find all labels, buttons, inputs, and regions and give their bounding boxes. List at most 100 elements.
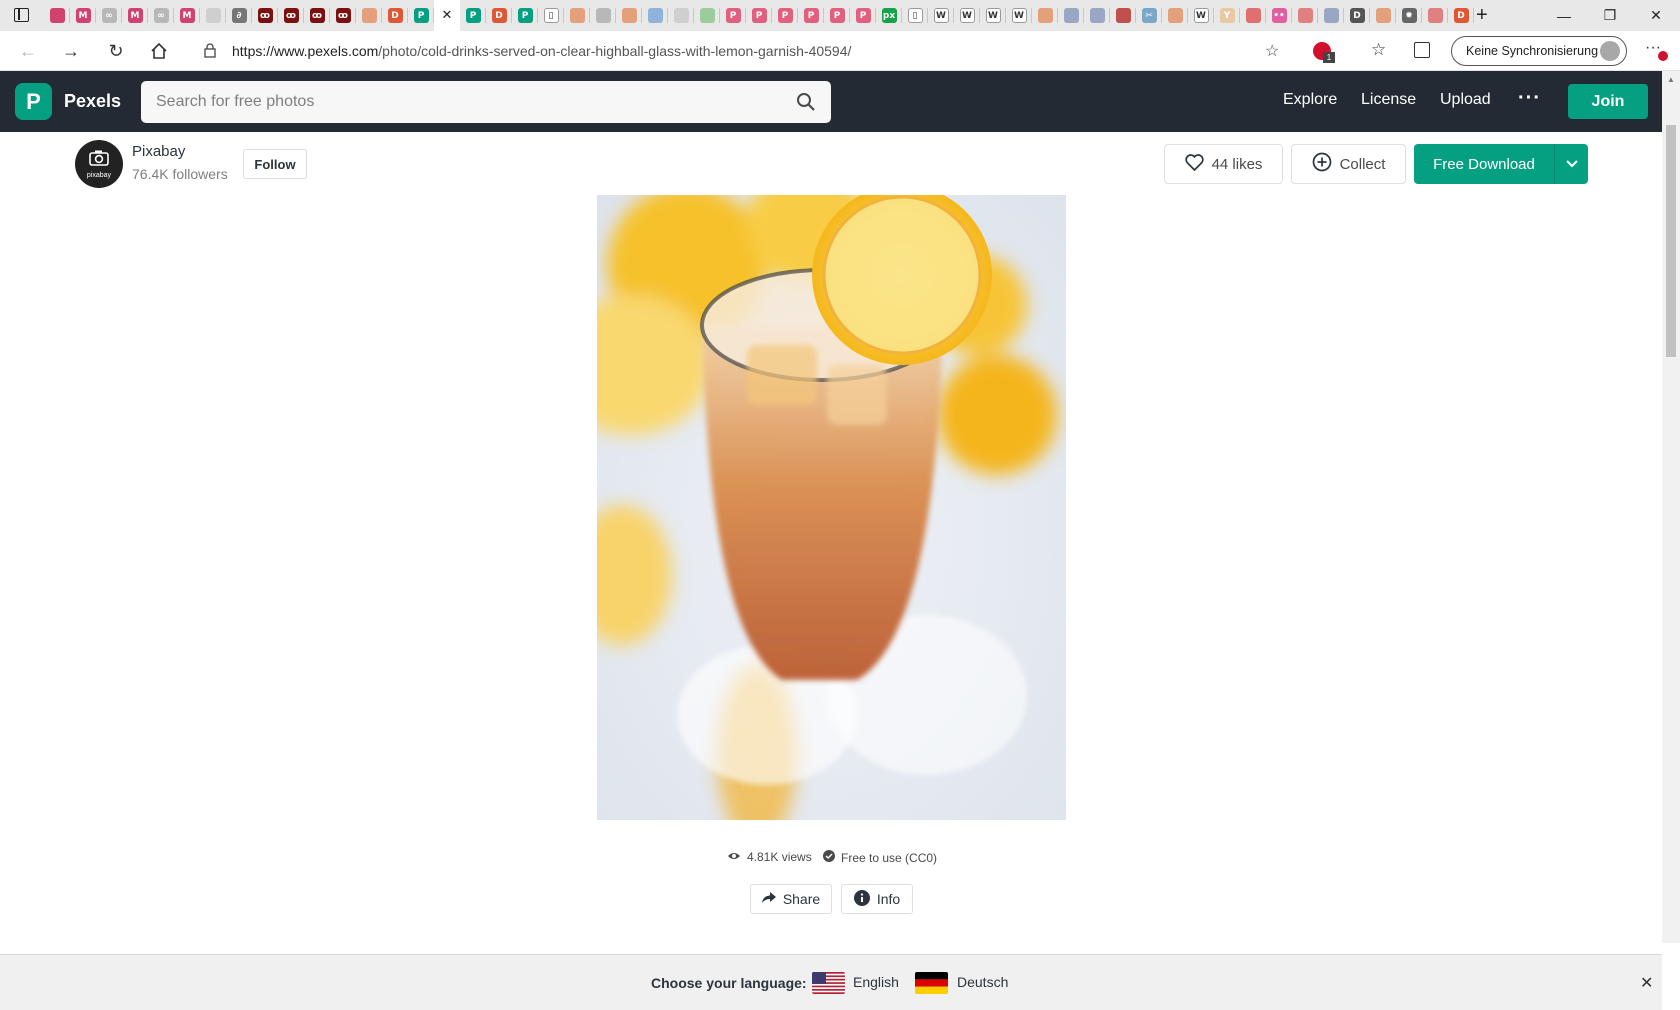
join-button[interactable]: Join xyxy=(1568,84,1648,119)
browser-tab[interactable] xyxy=(564,0,590,31)
sync-button[interactable]: Keine Synchronisierung xyxy=(1451,36,1627,66)
collections-icon[interactable] xyxy=(1414,42,1430,58)
nav-explore[interactable]: Explore xyxy=(1283,91,1337,109)
browser-tab[interactable] xyxy=(694,0,720,31)
browser-tab[interactable]: P xyxy=(850,0,876,31)
like-button[interactable]: 44 likes xyxy=(1164,144,1283,184)
browser-tab[interactable]: P xyxy=(746,0,772,31)
browser-tab[interactable]: ✕ xyxy=(434,0,460,31)
browser-tab[interactable] xyxy=(668,0,694,31)
more-menu-icon[interactable]: ··· xyxy=(1518,87,1541,110)
browser-tab[interactable] xyxy=(1292,0,1318,31)
browser-tab[interactable]: P xyxy=(798,0,824,31)
browser-tab[interactable]: D xyxy=(1448,0,1474,31)
browser-tab[interactable]: ∞ xyxy=(96,0,122,31)
collect-button[interactable]: Collect xyxy=(1291,144,1406,184)
browser-tab[interactable] xyxy=(1084,0,1110,31)
browser-tab[interactable]: ∞ xyxy=(148,0,174,31)
browser-tab[interactable]: W xyxy=(928,0,954,31)
new-tab-button[interactable]: + xyxy=(1476,4,1488,27)
browser-tab[interactable]: ꝏ xyxy=(304,0,330,31)
browser-tab[interactable]: ꝏ xyxy=(330,0,356,31)
author-avatar[interactable]: pixabay xyxy=(75,140,123,188)
browser-tab[interactable] xyxy=(1240,0,1266,31)
us-flag-icon[interactable] xyxy=(812,972,845,994)
browser-tab[interactable] xyxy=(642,0,668,31)
browser-tab[interactable]: ∂ xyxy=(226,0,252,31)
browser-tab[interactable] xyxy=(1370,0,1396,31)
browser-tab[interactable]: P xyxy=(460,0,486,31)
author-name[interactable]: Pixabay xyxy=(132,143,185,160)
browser-tab[interactable] xyxy=(1318,0,1344,31)
close-icon[interactable]: ✕ xyxy=(1640,973,1653,993)
de-flag-icon[interactable] xyxy=(915,972,948,994)
home-button[interactable] xyxy=(144,36,174,66)
info-button[interactable]: Info xyxy=(841,884,913,914)
browser-tab[interactable] xyxy=(1162,0,1188,31)
reload-button[interactable]: ↻ xyxy=(101,36,131,66)
search-icon[interactable] xyxy=(795,91,817,113)
browser-tab[interactable]: M xyxy=(70,0,96,31)
free-download-button[interactable]: Free Download xyxy=(1414,144,1588,184)
browser-tab[interactable]: D xyxy=(1344,0,1370,31)
logo-text[interactable]: Pexels xyxy=(64,91,121,112)
browser-tab[interactable]: M xyxy=(122,0,148,31)
language-english[interactable]: English xyxy=(853,974,899,990)
browser-tab[interactable]: ꝏ xyxy=(252,0,278,31)
browser-tab[interactable]: D xyxy=(486,0,512,31)
scroll-up-icon[interactable]: ▲ xyxy=(1667,75,1675,84)
language-deutsch[interactable]: Deutsch xyxy=(957,974,1008,990)
browser-tab[interactable]: W xyxy=(1188,0,1214,31)
browser-tab[interactable]: P xyxy=(772,0,798,31)
browser-tab[interactable]: P xyxy=(824,0,850,31)
address-bar[interactable]: https://www.pexels.com/photo/cold-drinks… xyxy=(190,36,1330,66)
browser-tab[interactable] xyxy=(1058,0,1084,31)
main-photo[interactable] xyxy=(597,195,1066,820)
browser-tab[interactable] xyxy=(1110,0,1136,31)
browser-tab[interactable] xyxy=(356,0,382,31)
add-favorite-icon[interactable]: ☆ xyxy=(1265,41,1279,61)
likes-count: 44 likes xyxy=(1211,155,1263,173)
browser-tab[interactable]: P xyxy=(408,0,434,31)
browser-tab[interactable] xyxy=(200,0,226,31)
browser-tab[interactable]: W xyxy=(1006,0,1032,31)
forward-button[interactable]: → xyxy=(56,36,86,66)
scrollbar-thumb[interactable] xyxy=(1666,125,1676,357)
browser-tab[interactable] xyxy=(1032,0,1058,31)
browser-tab[interactable]: P xyxy=(512,0,538,31)
back-button[interactable]: ← xyxy=(13,36,43,66)
browser-tab[interactable]: P xyxy=(720,0,746,31)
follow-button[interactable]: Follow xyxy=(243,149,307,179)
favorites-icon[interactable]: ☆ xyxy=(1371,40,1386,60)
browser-tab[interactable]: W xyxy=(954,0,980,31)
browser-tab[interactable] xyxy=(1422,0,1448,31)
browser-tab[interactable]: ▯ xyxy=(538,0,564,31)
download-options-chevron-icon[interactable] xyxy=(1554,144,1588,184)
browser-tab[interactable] xyxy=(44,0,70,31)
browser-tab[interactable]: ▯ xyxy=(902,0,928,31)
nav-license[interactable]: License xyxy=(1361,91,1416,109)
browser-tab[interactable]: M xyxy=(174,0,200,31)
search-input[interactable] xyxy=(156,81,776,123)
browser-tab[interactable] xyxy=(616,0,642,31)
wikipedia-icon: W xyxy=(1011,8,1027,23)
tab-actions-icon[interactable] xyxy=(14,8,29,22)
browser-tab[interactable]: •• xyxy=(1266,0,1292,31)
nav-upload[interactable]: Upload xyxy=(1440,91,1491,109)
browser-tab[interactable]: px xyxy=(876,0,902,31)
browser-tab[interactable]: W xyxy=(980,0,1006,31)
license-meta[interactable]: Free to use (CC0) xyxy=(823,850,937,865)
share-button[interactable]: Share xyxy=(750,884,832,914)
close-icon[interactable]: ✕ xyxy=(440,8,455,23)
restore-button[interactable]: ❐ xyxy=(1587,0,1633,31)
browser-tab[interactable]: ✂ xyxy=(1136,0,1162,31)
close-window-button[interactable]: ✕ xyxy=(1633,0,1679,31)
browser-tab[interactable] xyxy=(590,0,616,31)
page-scrollbar[interactable]: ▲ xyxy=(1662,71,1680,943)
pexels-logo-icon[interactable]: P xyxy=(15,83,52,120)
browser-tab[interactable]: Y xyxy=(1214,0,1240,31)
minimize-button[interactable]: — xyxy=(1541,0,1587,31)
browser-tab[interactable]: D xyxy=(382,0,408,31)
browser-tab[interactable]: ✹ xyxy=(1396,0,1422,31)
browser-tab[interactable]: ꝏ xyxy=(278,0,304,31)
